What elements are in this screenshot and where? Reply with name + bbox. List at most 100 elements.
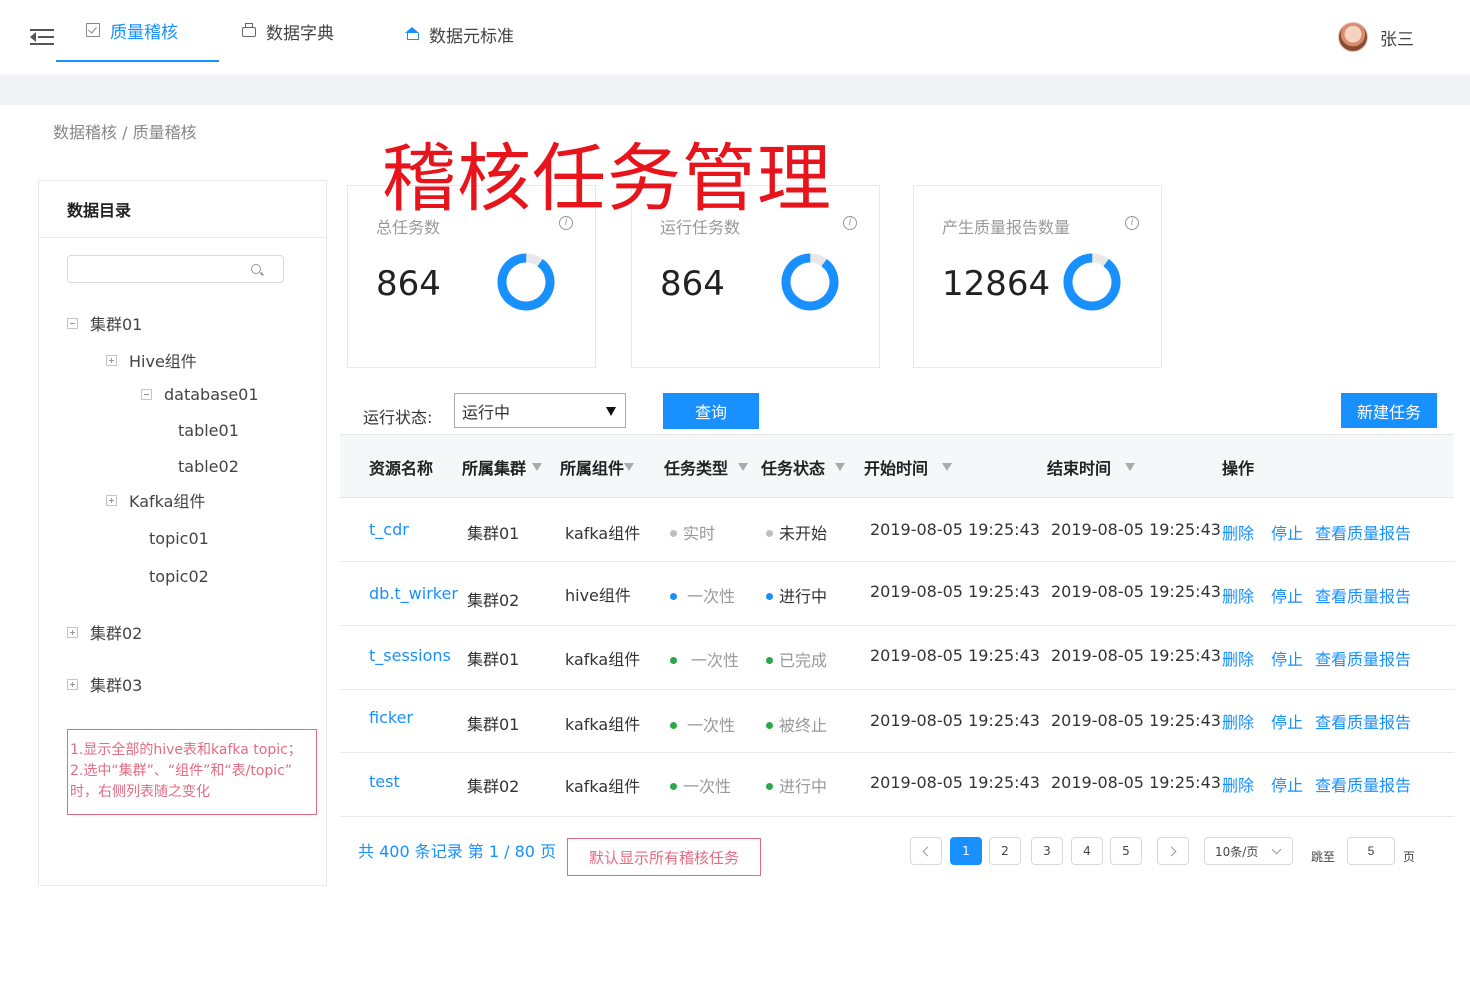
chevron-right-icon — [1166, 846, 1177, 856]
status-cell: 未开始 — [766, 520, 827, 544]
stop-action[interactable]: 停止 — [1271, 709, 1303, 733]
resource-name-link[interactable]: t_cdr — [369, 520, 409, 539]
page-size-select[interactable]: 10条/页 — [1204, 837, 1293, 865]
delete-action[interactable]: 删除 — [1222, 709, 1254, 733]
query-button[interactable]: 查询 — [663, 393, 759, 429]
new-task-button[interactable]: 新建任务 — [1341, 393, 1437, 428]
component-cell: kafka组件 — [565, 715, 641, 734]
page-button[interactable]: 3 — [1031, 837, 1063, 865]
filter-icon[interactable] — [835, 463, 846, 471]
data-catalog-panel: 数据目录 集群01 Hive组件 database01 table01 tabl… — [38, 180, 327, 886]
chevron-down-icon — [1271, 844, 1282, 855]
tree-label: Hive组件 — [129, 352, 197, 371]
resource-name-link[interactable]: test — [369, 772, 400, 791]
stat-label: 产生质量报告数量 — [942, 218, 1071, 237]
cluster-cell: 集群02 — [467, 777, 520, 796]
page-suffix: 页 — [1403, 850, 1416, 864]
start-time-cell: 2019-08-05 19:25:43 — [870, 646, 1040, 665]
status-select[interactable]: 运行中 — [454, 393, 626, 428]
stop-action[interactable]: 停止 — [1271, 583, 1303, 607]
tree-node-kafka[interactable]: Kafka组件 — [106, 488, 205, 512]
tree-node-cluster01[interactable]: 集群01 — [67, 311, 142, 335]
status-cell: 进行中 — [766, 583, 827, 607]
view-report-action[interactable]: 查看质量报告 — [1315, 772, 1411, 796]
table-header: 资源名称 所属集群 所属组件 任务类型 任务状态 开始时间 结束时间 操作 — [340, 434, 1454, 498]
status-dot — [670, 593, 677, 600]
delete-action[interactable]: 删除 — [1222, 520, 1254, 544]
show-all-tasks-button[interactable]: 默认显示所有稽核任务 — [567, 838, 761, 876]
next-page-button[interactable] — [1157, 837, 1189, 865]
view-report-action[interactable]: 查看质量报告 — [1315, 583, 1411, 607]
table-row: ficker 集群01 kafka组件 一次性 被终止 2019-08-05 1… — [340, 690, 1454, 753]
tab-label: 质量稽核 — [110, 22, 178, 43]
prev-page-button[interactable] — [910, 837, 942, 865]
user-name: 张三 — [1380, 29, 1414, 50]
status-cell: 已完成 — [766, 647, 827, 671]
status-dot — [670, 783, 677, 790]
delete-action[interactable]: 删除 — [1222, 646, 1254, 670]
tab-data-dictionary[interactable]: 数据字典 — [242, 0, 334, 62]
filter-icon[interactable] — [738, 463, 749, 471]
stop-action[interactable]: 停止 — [1271, 772, 1303, 796]
resource-name-link[interactable]: ficker — [369, 708, 413, 727]
stop-action[interactable]: 停止 — [1271, 520, 1303, 544]
stop-action[interactable]: 停止 — [1271, 646, 1303, 670]
col-header-name: 资源名称 — [369, 459, 434, 478]
expand-icon[interactable] — [106, 354, 117, 366]
col-header-end-time: 结束时间 — [1047, 455, 1136, 479]
page-button[interactable]: 5 — [1110, 837, 1142, 865]
catalog-search-input[interactable] — [74, 256, 254, 282]
tree-node-topic02[interactable]: topic02 — [149, 567, 209, 586]
filter-icon[interactable] — [1125, 463, 1136, 471]
user-menu[interactable]: 张三 — [1338, 22, 1414, 52]
cluster-cell: 集群02 — [467, 591, 520, 610]
delete-action[interactable]: 删除 — [1222, 772, 1254, 796]
view-report-action[interactable]: 查看质量报告 — [1315, 709, 1411, 733]
expand-icon[interactable] — [106, 494, 117, 506]
end-time-cell: 2019-08-05 19:25:43 — [1051, 646, 1221, 665]
tree-label: Kafka组件 — [129, 492, 206, 511]
filter-icon[interactable] — [624, 463, 635, 471]
tree-node-cluster02[interactable]: 集群02 — [67, 620, 142, 644]
tree-node-database01[interactable]: database01 — [141, 385, 259, 404]
view-report-action[interactable]: 查看质量报告 — [1315, 520, 1411, 544]
tree-label: database01 — [164, 385, 259, 404]
search-icon[interactable] — [251, 264, 261, 274]
end-time-cell: 2019-08-05 19:25:43 — [1051, 773, 1221, 792]
tree-node-topic01[interactable]: topic01 — [149, 529, 209, 548]
delete-action[interactable]: 删除 — [1222, 583, 1254, 607]
stat-card-quality-reports: 产生质量报告数量 i 12864 — [913, 185, 1162, 368]
page-button[interactable]: 4 — [1071, 837, 1103, 865]
jump-page-input[interactable] — [1347, 837, 1395, 865]
resource-name-link[interactable]: db.t_wirker — [369, 584, 458, 603]
donut-chart — [497, 253, 555, 311]
tree-node-table02[interactable]: table02 — [178, 457, 239, 476]
filter-icon[interactable] — [942, 463, 953, 471]
tree-node-cluster03[interactable]: 集群03 — [67, 672, 142, 696]
collapse-icon[interactable] — [67, 317, 78, 329]
status-dot — [766, 657, 773, 664]
page-button[interactable]: 1 — [950, 837, 982, 865]
expand-icon[interactable] — [67, 678, 78, 690]
collapse-icon[interactable] — [141, 389, 152, 400]
tab-quality-audit[interactable]: 质量稽核 — [56, 0, 219, 62]
end-time-cell: 2019-08-05 19:25:43 — [1051, 582, 1221, 601]
tree-node-hive[interactable]: Hive组件 — [106, 348, 197, 372]
info-icon[interactable]: i — [843, 216, 857, 230]
col-header-type: 任务类型 — [664, 455, 749, 479]
type-cell: 一次性 — [670, 712, 735, 736]
status-cell: 被终止 — [766, 712, 827, 736]
info-icon[interactable]: i — [1125, 216, 1139, 230]
tree-node-table01[interactable]: table01 — [178, 421, 239, 440]
menu-fold-icon[interactable] — [30, 27, 56, 47]
view-report-action[interactable]: 查看质量报告 — [1315, 646, 1411, 670]
type-cell: 一次性 — [670, 647, 739, 671]
page-button[interactable]: 2 — [989, 837, 1021, 865]
table-row: t_cdr 集群01 kafka组件 实时 未开始 2019-08-05 19:… — [340, 498, 1454, 562]
tab-data-element-standard[interactable]: 数据元标准 — [405, 0, 514, 68]
tree-label: table01 — [178, 421, 239, 440]
col-header-status: 任务状态 — [761, 455, 846, 479]
resource-name-link[interactable]: t_sessions — [369, 646, 451, 665]
expand-icon[interactable] — [67, 626, 78, 638]
filter-icon[interactable] — [532, 463, 543, 471]
